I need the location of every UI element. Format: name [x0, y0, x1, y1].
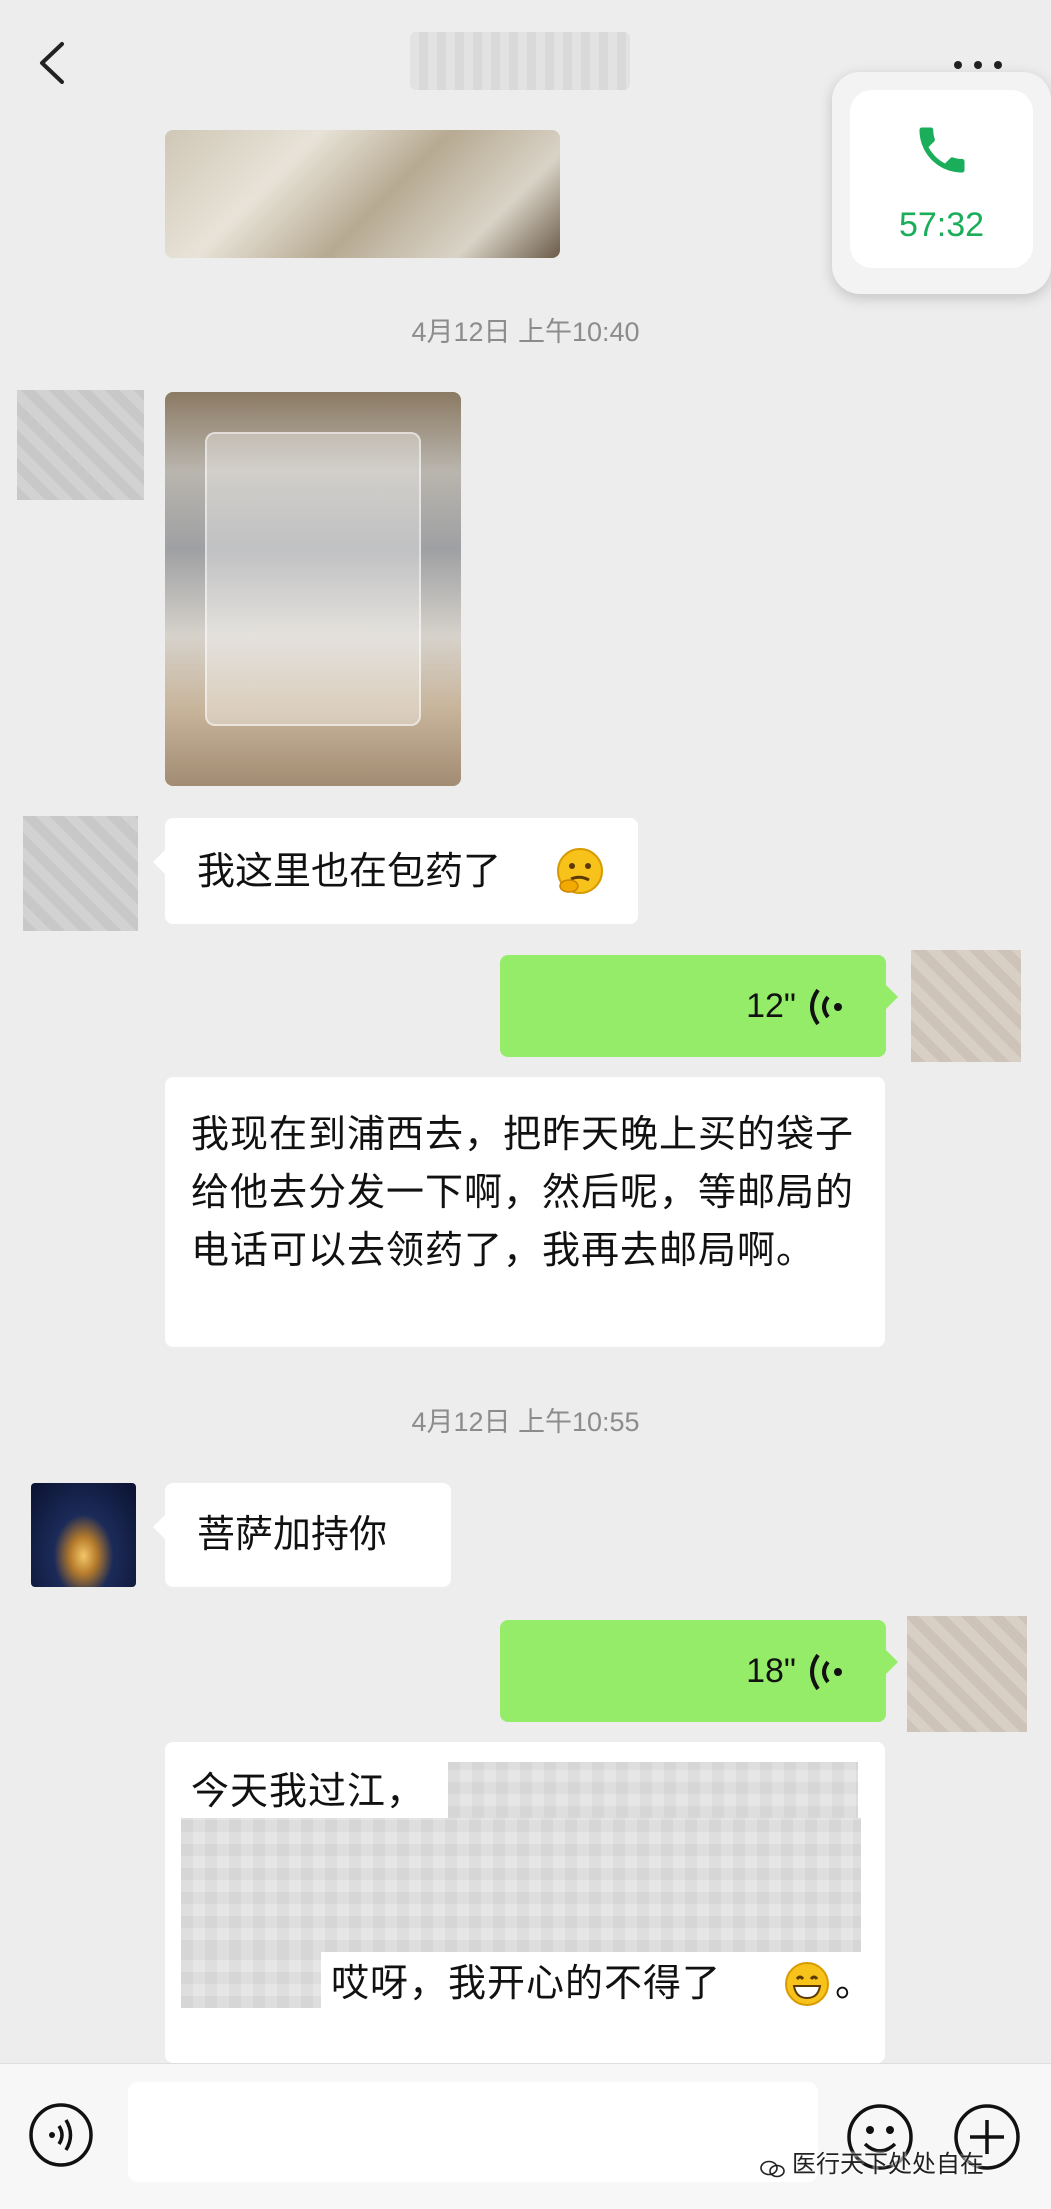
- grinning-face-emoji-icon: [785, 1962, 829, 2006]
- redacted-mosaic: [181, 1952, 321, 2008]
- transcript-text-end: 哎呀，我开心的不得了: [331, 1961, 722, 2005]
- shared-photo-medicine-packets[interactable]: [165, 130, 560, 258]
- chevron-left-icon[interactable]: [28, 38, 78, 88]
- message-text: 我这里也在包药了: [197, 849, 502, 893]
- shared-photo-medicine-bag[interactable]: [165, 392, 461, 786]
- avatar[interactable]: [17, 390, 144, 500]
- avatar[interactable]: [23, 816, 138, 931]
- voice-duration: 18": [746, 1652, 796, 1690]
- watermark-text: 医行天下处处自在: [792, 2150, 984, 2178]
- timestamp: 4月12日 上午10:55: [411, 1407, 640, 1437]
- chat-title-blurred: [410, 32, 630, 90]
- message-text: 菩萨加持你: [197, 1512, 388, 1556]
- call-window-inner[interactable]: 57:32: [850, 90, 1033, 268]
- voice-wave-icon: [810, 988, 842, 1026]
- transcript-text-start: 今天我过江，: [191, 1769, 426, 1813]
- watermark: 医行天下处处自在: [760, 2144, 984, 2179]
- wechat-logo-icon: [760, 2156, 786, 2178]
- transcript-text: 我现在到浦西去，把昨天晚上买的袋子给他去分发一下啊，然后呢，等邮局的电话可以去领…: [191, 1112, 855, 1272]
- input-bar: [0, 2063, 1051, 2209]
- message-bubble[interactable]: 我这里也在包药了: [153, 818, 638, 924]
- avatar-self[interactable]: [911, 950, 1021, 1062]
- voice-message-bubble[interactable]: 12": [500, 955, 898, 1057]
- timestamp: 4月12日 上午10:40: [411, 317, 640, 347]
- phone-icon: [919, 127, 965, 173]
- voice-wave-icon: [810, 1653, 842, 1691]
- voice-duration: 12": [746, 987, 796, 1025]
- transcript-text-tail: 。: [835, 1961, 875, 2005]
- voice-transcript: 今天我过江， 哎呀，我开心的不得了 。: [165, 1742, 885, 2063]
- thinking-face-emoji-icon: [557, 848, 603, 894]
- call-duration: 57:32: [898, 206, 985, 244]
- message-bubble[interactable]: 菩萨加持你: [153, 1483, 451, 1587]
- message-input[interactable]: [128, 2082, 818, 2182]
- photo-bag-detail: [205, 432, 421, 726]
- voice-input-icon[interactable]: [28, 2102, 94, 2168]
- voice-transcript: 我现在到浦西去，把昨天晚上买的袋子给他去分发一下啊，然后呢，等邮局的电话可以去领…: [165, 1077, 885, 1347]
- voice-message-bubble[interactable]: 18": [500, 1620, 898, 1722]
- avatar[interactable]: [31, 1483, 136, 1587]
- avatar-self[interactable]: [907, 1616, 1027, 1732]
- call-floating-window[interactable]: 57:32: [832, 72, 1051, 294]
- redacted-mosaic: [181, 1818, 861, 1952]
- redacted-mosaic: [448, 1762, 858, 1818]
